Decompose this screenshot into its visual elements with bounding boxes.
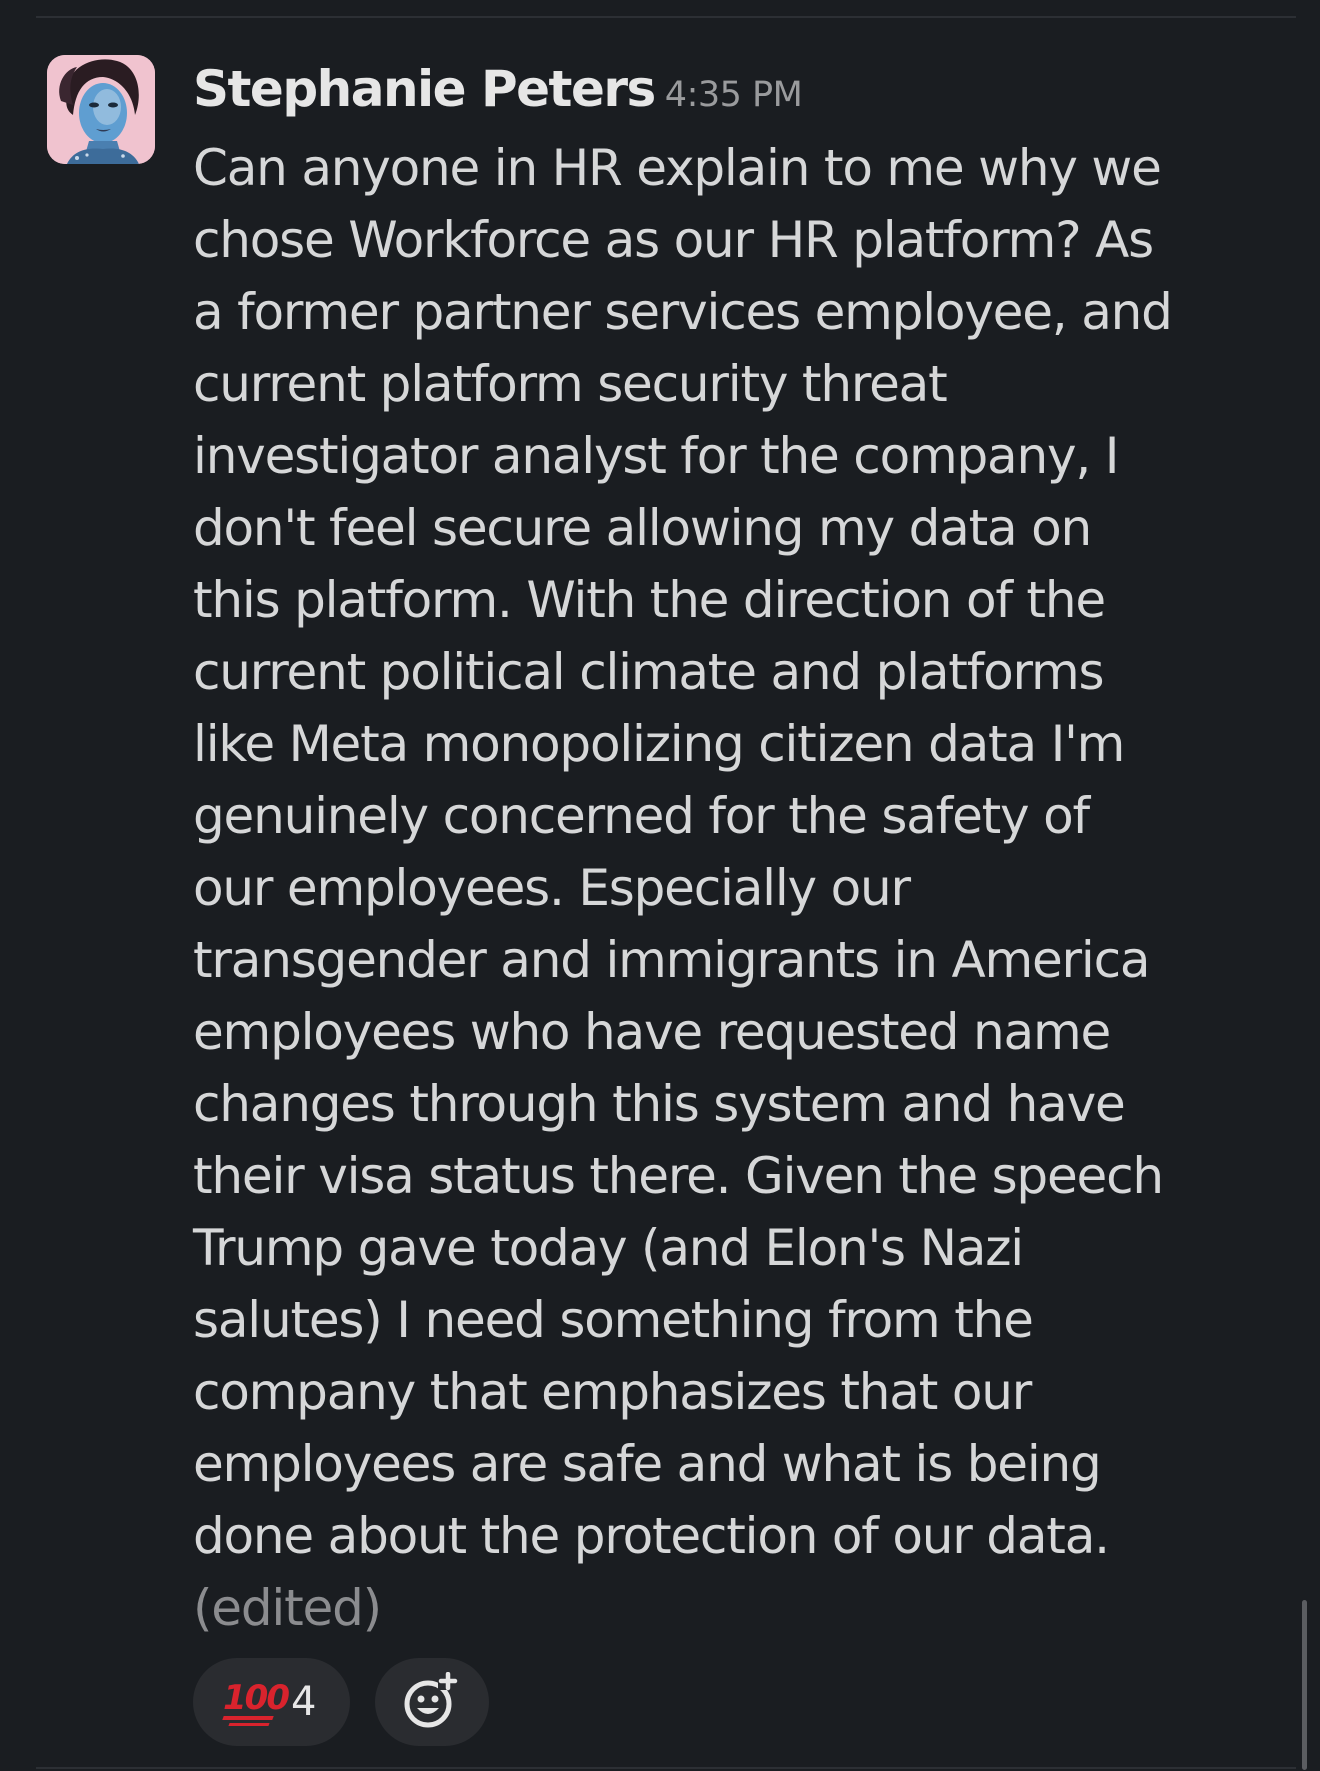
reaction-hundred-points[interactable]: 100 4 bbox=[193, 1658, 350, 1746]
add-reaction-icon bbox=[404, 1672, 458, 1728]
message-line: this platform. With the direction of the bbox=[193, 571, 1106, 629]
message-line: current political climate and platforms bbox=[193, 643, 1105, 701]
hundred-points-emoji: 100 bbox=[223, 1678, 290, 1718]
message-header: Stephanie Peters 4:35 PM bbox=[193, 60, 803, 130]
message-line: like Meta monopolizing citizen data I'm bbox=[193, 715, 1125, 773]
message-line: Can anyone in HR explain to me why we bbox=[193, 139, 1162, 197]
edited-label: (edited) bbox=[193, 1579, 382, 1637]
message-line: Trump gave today (and Elon's Nazi bbox=[193, 1219, 1024, 1277]
hundred-points-underline bbox=[222, 1716, 274, 1720]
add-reaction-button[interactable] bbox=[375, 1658, 489, 1746]
hundred-points-underline bbox=[228, 1723, 270, 1726]
message-line: genuinely concerned for the safety of bbox=[193, 787, 1090, 845]
reaction-count: 4 bbox=[291, 1679, 317, 1725]
top-divider bbox=[36, 16, 1296, 18]
message-line: salutes) I need something from the bbox=[193, 1291, 1034, 1349]
sender-name[interactable]: Stephanie Peters bbox=[193, 60, 656, 118]
message-line: company that emphasizes that our bbox=[193, 1363, 1032, 1421]
message-body: Can anyone in HR explain to me why we ch… bbox=[193, 132, 1283, 1644]
message-line: employees are safe and what is being bbox=[193, 1435, 1102, 1493]
message-line: current platform security threat bbox=[193, 355, 948, 413]
message-line: their visa status there. Given the speec… bbox=[193, 1147, 1164, 1205]
bottom-divider bbox=[36, 1767, 1296, 1769]
message-line: transgender and immigrants in America bbox=[193, 931, 1151, 989]
message-line: changes through this system and have bbox=[193, 1075, 1126, 1133]
message-line: a former partner services employee, and bbox=[193, 283, 1173, 341]
message-line: employees who have requested name bbox=[193, 1003, 1111, 1061]
message-timestamp[interactable]: 4:35 PM bbox=[665, 75, 803, 115]
avatar-portrait-image bbox=[47, 55, 155, 164]
message-line: done about the protection of our data. bbox=[193, 1507, 1110, 1565]
message-line: our employees. Especially our bbox=[193, 859, 911, 917]
message-line: chose Workforce as our HR platform? As bbox=[193, 211, 1154, 269]
message-line: investigator analyst for the company, I bbox=[193, 427, 1119, 485]
avatar[interactable] bbox=[47, 55, 155, 164]
scrollbar[interactable] bbox=[1302, 1600, 1307, 1770]
message-line: don't feel secure allowing my data on bbox=[193, 499, 1092, 557]
